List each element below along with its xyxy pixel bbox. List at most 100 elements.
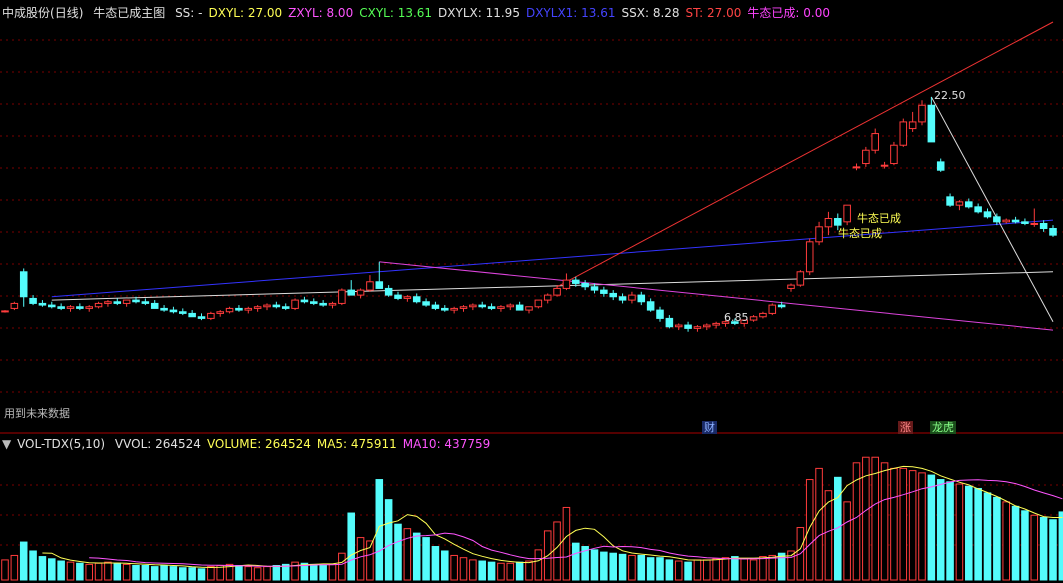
volume-bar xyxy=(768,554,777,581)
red-trendline xyxy=(556,21,1054,288)
candle xyxy=(469,303,477,311)
candle-body xyxy=(918,104,926,123)
volume-bar xyxy=(712,558,720,581)
candle-body xyxy=(590,286,599,291)
volume-bar xyxy=(207,566,215,581)
event-tag-finance[interactable]: 财 xyxy=(702,421,717,434)
candle xyxy=(113,298,122,306)
indicator-value-4: DXYLX: 11.95 xyxy=(438,6,520,20)
candle xyxy=(141,298,150,306)
candle-body xyxy=(684,324,692,329)
candle-body xyxy=(993,216,1001,223)
volume-bar xyxy=(890,467,898,581)
chart-canvas[interactable] xyxy=(0,0,1063,583)
candle-body xyxy=(553,287,561,296)
candle xyxy=(1,310,9,313)
candle-body xyxy=(450,307,458,311)
volume-bar xyxy=(235,564,243,581)
volume-value-0: VVOL: 264524 xyxy=(114,437,201,451)
volume-bar xyxy=(525,560,533,581)
candle-body xyxy=(936,161,945,171)
volume-bar xyxy=(815,467,823,581)
candle xyxy=(674,323,683,331)
candle-body xyxy=(225,307,234,313)
candle-body xyxy=(281,306,290,309)
candle-body xyxy=(38,302,47,306)
period-label: (日线) xyxy=(50,6,84,20)
candle xyxy=(581,280,589,291)
volume-bar xyxy=(375,479,384,581)
volume-value-1: VOLUME: 264524 xyxy=(206,437,311,451)
candle xyxy=(338,288,346,306)
volume-indicator-values: VVOL: 264524 VOLUME: 264524 MA5: 475911 MA1… xyxy=(115,437,496,451)
candle-body xyxy=(497,306,505,309)
candle xyxy=(993,213,1001,226)
candle-body xyxy=(141,301,150,304)
volume-bar xyxy=(618,553,627,581)
event-tag-dragon-tiger[interactable]: 龙虎 xyxy=(930,421,956,434)
stock-name[interactable]: 中成股份 xyxy=(2,6,50,20)
volume-bar xyxy=(29,550,37,581)
candle-body xyxy=(646,301,655,311)
candle xyxy=(693,325,702,332)
candle-body xyxy=(665,317,674,328)
candle-body xyxy=(862,149,870,165)
candle xyxy=(862,146,870,167)
indicator-value-1: DXYL: 27.00 xyxy=(208,6,283,20)
candle xyxy=(394,291,402,301)
volume-bar xyxy=(412,532,421,581)
signal-label-1: 牛态已成 xyxy=(857,212,901,225)
volume-bar xyxy=(356,537,365,581)
volume-bar xyxy=(169,566,178,581)
volume-bar xyxy=(19,541,28,581)
volume-bar xyxy=(506,562,515,581)
volume-bar xyxy=(338,552,346,581)
event-tag-limit-up[interactable]: 涨 xyxy=(898,421,913,434)
volume-bar xyxy=(843,501,851,581)
volume-indicator-name[interactable]: VOL-TDX(5,10) xyxy=(17,437,105,451)
volume-bar xyxy=(1021,510,1029,581)
candle xyxy=(1030,208,1039,227)
volume-bar xyxy=(908,470,917,581)
candle xyxy=(497,305,505,312)
candle xyxy=(94,301,103,309)
candle-body xyxy=(843,204,851,223)
candle xyxy=(76,303,84,311)
candle-body xyxy=(384,287,393,296)
volume-bar xyxy=(57,560,65,581)
candle-body xyxy=(1039,222,1048,229)
volume-bar xyxy=(1011,505,1020,581)
volume-bar xyxy=(1030,514,1039,581)
collapse-arrow-icon[interactable]: ▼ xyxy=(2,437,11,451)
indicator-value-5: DXYLX1: 13.61 xyxy=(525,6,616,20)
indicator-name[interactable]: 牛态已成主图 xyxy=(93,6,165,20)
candle-body xyxy=(197,316,206,319)
volume-bar xyxy=(600,551,608,581)
candle xyxy=(235,305,243,312)
volume-bar xyxy=(76,562,84,581)
candle xyxy=(787,283,795,292)
candle xyxy=(1021,218,1029,226)
volume-bar xyxy=(1,559,9,581)
candle xyxy=(160,305,168,312)
candle-body xyxy=(188,312,196,318)
candle-body xyxy=(169,309,178,313)
candle xyxy=(506,303,515,311)
candle xyxy=(1002,218,1010,224)
candle-body xyxy=(955,201,964,206)
candle-body xyxy=(908,121,917,130)
candle xyxy=(665,315,674,329)
candle xyxy=(525,306,533,314)
candle xyxy=(890,141,898,166)
candle xyxy=(328,301,337,309)
candle-body xyxy=(768,304,777,314)
candle-body xyxy=(347,289,355,296)
candle-body xyxy=(104,301,112,304)
candle xyxy=(48,301,56,309)
candle-body xyxy=(618,296,627,301)
candle xyxy=(805,238,814,276)
candle-body xyxy=(628,294,636,301)
candle-body xyxy=(263,304,271,308)
candle xyxy=(534,299,543,309)
candle-body xyxy=(422,301,430,306)
